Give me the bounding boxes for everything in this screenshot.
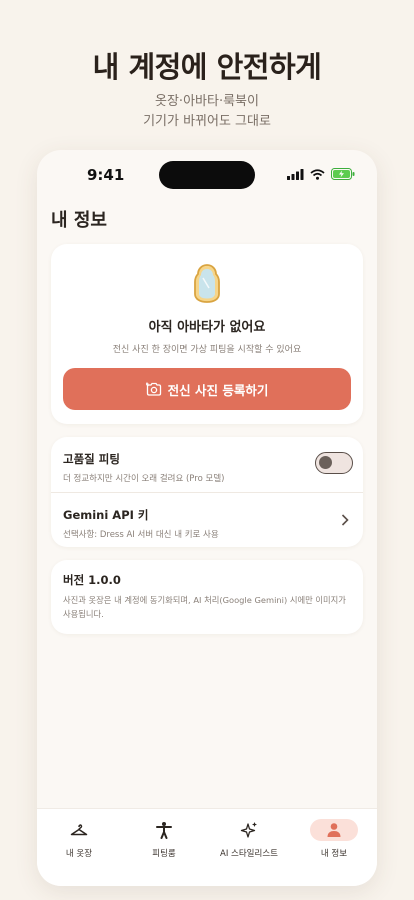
phone-frame: 9:41 내 정보 아직 아바타가 없어요 전신 사진 한 장이면 가상 피팅을…	[37, 150, 377, 886]
page-title: 내 정보	[51, 210, 107, 231]
signal-icon	[287, 168, 304, 180]
promo-subtitle-line2: 기기가 바뀌어도 그대로	[143, 114, 271, 129]
tab-closet-label: 내 옷장	[65, 849, 93, 859]
register-photo-button[interactable]: 전신 사진 등록하기	[63, 368, 351, 410]
hanger-icon	[39, 819, 119, 841]
avatar-card: 아직 아바타가 없어요 전신 사진 한 장이면 가상 피팅을 시작할 수 있어요…	[51, 244, 363, 424]
promo-title: 내 계정에 안전하게	[92, 50, 322, 84]
dynamic-island	[159, 161, 255, 189]
empty-avatar-description: 전신 사진 한 장이면 가상 피팅을 시작할 수 있어요	[112, 345, 302, 355]
tab-my-info[interactable]: 내 정보	[294, 819, 374, 859]
promo-subtitle: 옷장·아바타·룩북이 기기가 바뀌어도 그대로	[0, 92, 414, 132]
toggle-knob	[319, 456, 332, 469]
tab-fitting-room-label: 피팅룸	[152, 849, 176, 859]
mirror-icon	[194, 264, 220, 303]
hq-fitting-toggle[interactable]	[315, 452, 353, 474]
tab-bar: 내 옷장 피팅룸 AI 스타일리스트 내 정보	[37, 808, 377, 886]
tab-my-info-label: 내 정보	[320, 849, 348, 859]
battery-charging-icon	[331, 168, 355, 180]
wifi-icon	[310, 168, 325, 180]
version-title: 버전 1.0.0	[63, 573, 121, 587]
tab-ai-stylist[interactable]: AI 스타일리스트	[209, 819, 289, 859]
gemini-key-row[interactable]: Gemini API 키 선택사항: Dress AI 서버 대신 내 키로 사…	[63, 507, 351, 540]
version-description: 사진과 옷장은 내 계정에 동기화되며, AI 처리(Google Gemini…	[63, 595, 346, 619]
version-card: 버전 1.0.0 사진과 옷장은 내 계정에 동기화되며, AI 처리(Goog…	[51, 560, 363, 634]
tab-fitting-room[interactable]: 피팅룸	[124, 819, 204, 859]
promo-subtitle-line1: 옷장·아바타·룩북이	[155, 94, 259, 109]
tab-closet[interactable]: 내 옷장	[39, 819, 119, 859]
register-photo-label: 전신 사진 등록하기	[167, 382, 269, 398]
hq-fitting-description: 더 정교하지만 시간이 오래 걸려요 (Pro 모델)	[63, 474, 225, 484]
status-time: 9:41	[87, 166, 125, 184]
chevron-right-icon	[341, 514, 349, 526]
settings-card: 고품질 피팅 더 정교하지만 시간이 오래 걸려요 (Pro 모델) Gemin…	[51, 437, 363, 547]
settings-divider	[51, 492, 363, 493]
gemini-key-title: Gemini API 키	[63, 508, 149, 522]
gemini-key-description: 선택사항: Dress AI 서버 대신 내 키로 사용	[63, 530, 219, 540]
status-icons	[287, 168, 355, 180]
tab-ai-stylist-label: AI 스타일리스트	[220, 849, 278, 859]
hq-fitting-title: 고품질 피팅	[63, 452, 120, 466]
hq-fitting-row: 고품질 피팅 더 정교하지만 시간이 오래 걸려요 (Pro 모델)	[63, 451, 351, 484]
person-pose-icon	[124, 819, 204, 841]
empty-avatar-title: 아직 아바타가 없어요	[148, 320, 266, 335]
sparkle-icon	[209, 819, 289, 841]
user-icon	[310, 819, 358, 841]
camera-add-icon	[145, 382, 161, 396]
